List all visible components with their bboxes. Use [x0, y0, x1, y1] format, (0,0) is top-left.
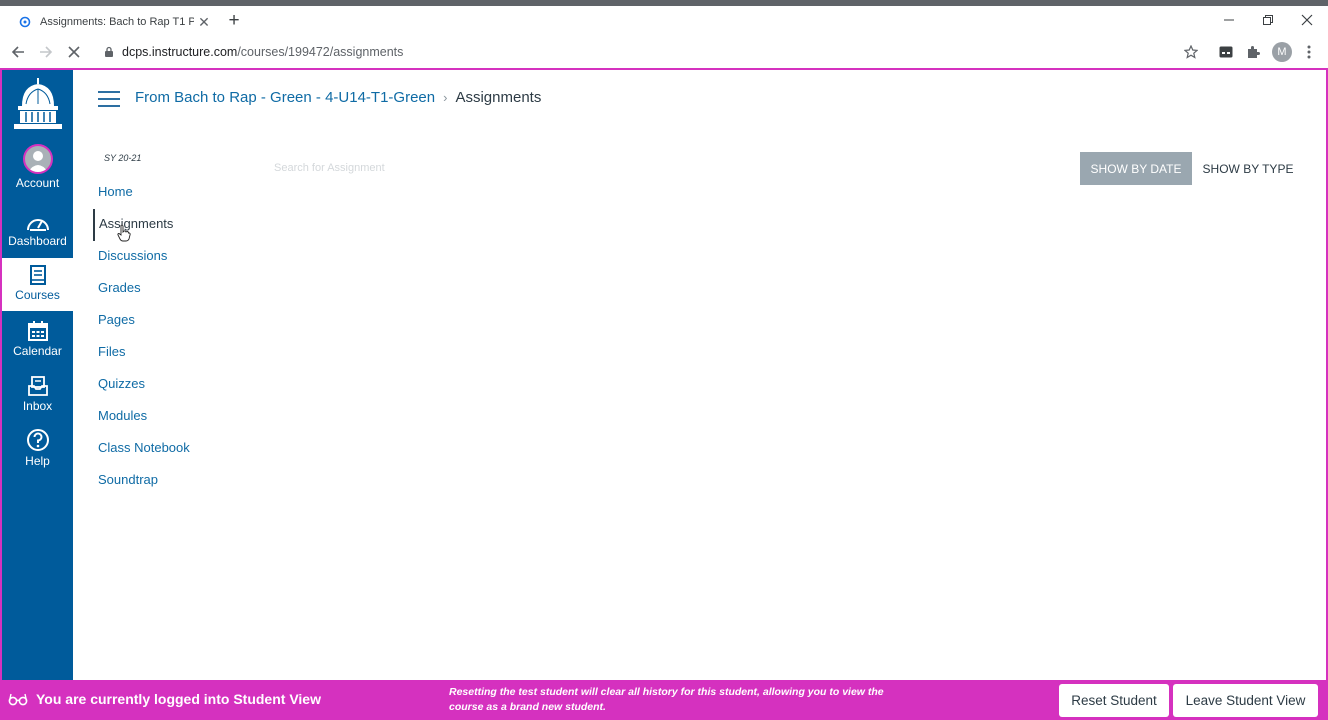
extensions-puzzle-icon[interactable] — [1242, 41, 1264, 63]
extension-icon[interactable] — [1215, 41, 1237, 63]
nav-courses[interactable]: Courses — [2, 258, 73, 311]
course-nav-grades[interactable]: Grades — [93, 273, 243, 305]
nav-account[interactable]: Account — [2, 144, 73, 200]
show-by-type-button[interactable]: SHOW BY TYPE — [1196, 152, 1300, 185]
url-field[interactable]: dcps.instructure.com/courses/199472/assi… — [104, 43, 403, 61]
glasses-icon — [8, 691, 28, 712]
calendar-icon — [27, 314, 49, 342]
nav-inbox[interactable]: Inbox — [2, 369, 73, 423]
course-nav-files[interactable]: Files — [93, 337, 243, 369]
address-bar: dcps.instructure.com/courses/199472/assi… — [0, 36, 1328, 68]
url-path: /courses/199472/assignments — [237, 45, 404, 59]
student-view-bar: You are currently logged into Student Vi… — [0, 680, 1328, 720]
minimize-icon[interactable] — [1212, 10, 1246, 30]
assignment-search-input[interactable] — [265, 155, 585, 181]
course-menu-toggle-icon[interactable] — [98, 90, 120, 108]
dashboard-icon — [26, 204, 50, 232]
tab-strip: Assignments: Bach to Rap T1 Pe ✕ + — [0, 6, 1328, 36]
course-nav-modules[interactable]: Modules — [93, 401, 243, 433]
back-arrow-icon[interactable] — [6, 40, 30, 64]
close-window-icon[interactable] — [1290, 10, 1324, 30]
browser-menu-icon[interactable] — [1298, 41, 1320, 63]
global-nav: Account Dashboard Courses Calendar Inbox… — [2, 70, 73, 680]
nav-calendar-label: Calendar — [13, 344, 62, 358]
leave-student-view-button[interactable]: Leave Student View — [1173, 684, 1318, 717]
tab-title: Assignments: Bach to Rap T1 Pe — [40, 16, 194, 28]
inbox-icon — [27, 369, 49, 397]
student-view-reset-note: Resetting the test student will clear al… — [449, 686, 884, 713]
breadcrumb-course-link[interactable]: From Bach to Rap - Green - 4-U14-T1-Gree… — [135, 89, 435, 106]
stop-loading-icon[interactable] — [62, 40, 86, 64]
show-by-date-button[interactable]: SHOW BY DATE — [1080, 152, 1192, 185]
account-avatar — [22, 144, 53, 174]
nav-help[interactable]: Help — [2, 424, 73, 478]
breadcrumb-separator: › — [443, 90, 448, 105]
term-label: SY 20-21 — [104, 153, 142, 163]
reset-student-button[interactable]: Reset Student — [1059, 684, 1169, 717]
breadcrumb: From Bach to Rap - Green - 4-U14-T1-Gree… — [135, 89, 541, 106]
course-nav-discussions[interactable]: Discussions — [93, 241, 243, 273]
course-nav-assignments[interactable]: Assignments — [93, 209, 243, 241]
canvas-favicon-icon — [18, 15, 32, 29]
course-nav-class-notebook[interactable]: Class Notebook — [93, 433, 243, 465]
capitol-logo-icon[interactable] — [2, 74, 73, 138]
course-nav: Home Assignments Discussions Grades Page… — [93, 177, 243, 497]
course-nav-quizzes[interactable]: Quizzes — [93, 369, 243, 401]
course-nav-soundtrap[interactable]: Soundtrap — [93, 465, 243, 497]
forward-arrow-icon[interactable] — [34, 40, 58, 64]
course-nav-home[interactable]: Home — [93, 177, 243, 209]
help-icon — [26, 424, 50, 452]
profile-avatar[interactable]: M — [1272, 42, 1292, 62]
lock-icon — [104, 46, 114, 58]
new-tab-button[interactable]: + — [224, 10, 244, 32]
nav-courses-label: Courses — [15, 288, 60, 302]
nav-account-label: Account — [15, 176, 60, 190]
student-view-message: You are currently logged into Student Vi… — [36, 691, 321, 707]
bookmark-star-icon[interactable] — [1180, 41, 1202, 63]
nav-dashboard-label: Dashboard — [8, 234, 67, 248]
nav-calendar[interactable]: Calendar — [2, 314, 73, 368]
browser-tab[interactable]: Assignments: Bach to Rap T1 Pe ✕ — [8, 8, 214, 36]
course-nav-pages[interactable]: Pages — [93, 305, 243, 337]
nav-dashboard[interactable]: Dashboard — [2, 204, 73, 258]
hand-cursor-icon — [117, 224, 131, 247]
courses-icon — [29, 258, 47, 286]
breadcrumb-current: Assignments — [455, 89, 542, 106]
restore-icon[interactable] — [1251, 10, 1285, 30]
url-host: dcps.instructure.com — [122, 45, 238, 59]
nav-help-label: Help — [25, 454, 50, 468]
nav-inbox-label: Inbox — [22, 399, 53, 413]
tab-close-icon[interactable]: ✕ — [194, 14, 214, 31]
